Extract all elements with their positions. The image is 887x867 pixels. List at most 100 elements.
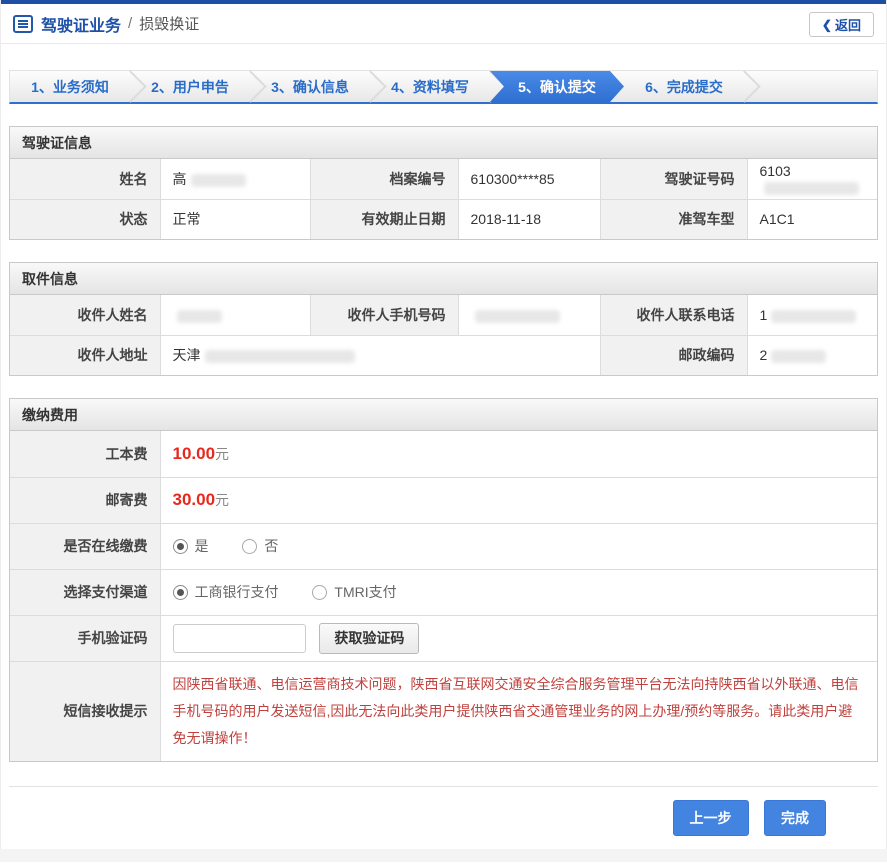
pickup-info-section: 取件信息 收件人姓名 收件人手机号码 收件人联系电话 1 收件人地址 天津 邮政… (9, 262, 878, 376)
name-value: 高 (159, 158, 311, 200)
step-wizard: 1、业务须知 2、用户申告 3、确认信息 4、资料填写 5、确认提交 6、完成提… (9, 70, 878, 104)
list-form-icon (13, 14, 33, 33)
redacted-value (204, 350, 355, 364)
table-row: 收件人地址 天津 邮政编码 2 (9, 334, 878, 376)
sms-notice-label: 短信接收提示 (9, 660, 161, 761)
step-bar-filler (744, 71, 877, 102)
step-4-label: 4、资料填写 (391, 78, 469, 95)
page-container: 驾驶证业务 / 损毁换证 ❮ 返回 1、业务须知 2、用户申告 3、确认信息 4… (0, 0, 887, 849)
page-bottom-white (0, 861, 887, 867)
table-row: 手机验证码 获取验证码 (9, 614, 878, 662)
recipient-mobile-label: 收件人手机号码 (309, 294, 459, 336)
online-no-label[interactable]: 否 (264, 538, 278, 554)
redacted-value (771, 309, 857, 323)
notice-part1: 因陕西省联通、电信运营商技术问题，陕西省互联网交通安全综合服务管理平台 (172, 675, 663, 692)
recipient-address-label: 收件人地址 (9, 334, 161, 376)
step-5-confirm-submit-current[interactable]: 5、确认提交 (490, 71, 624, 102)
back-button[interactable]: ❮ 返回 (808, 12, 874, 37)
license-info-section: 驾驶证信息 姓名 高 档案编号 610300****85 驾驶证号码 6103 … (9, 126, 878, 240)
table-row: 状态 正常 有效期止日期 2018-11-18 准驾车型 A1C1 (9, 198, 878, 240)
file-number-value: 610300****85 (457, 158, 601, 200)
redacted-value (190, 173, 246, 187)
postal-code-value: 2 (746, 334, 878, 376)
back-arrow-icon: ❮ (821, 17, 832, 32)
recipient-name-value (159, 294, 311, 336)
redacted-value (763, 181, 859, 195)
license-number-label: 驾驶证号码 (599, 158, 748, 200)
step-3-confirm-info[interactable]: 3、确认信息 (250, 70, 387, 103)
sms-code-label: 手机验证码 (9, 614, 161, 662)
step-1-business-notice[interactable]: 1、业务须知 (10, 70, 147, 103)
step-5-label: 5、确认提交 (518, 78, 596, 95)
production-fee-label: 工本费 (9, 430, 161, 478)
table-row: 邮寄费 30.00元 (9, 476, 878, 524)
step-2-label: 2、用户申告 (151, 78, 229, 95)
radio-online-no[interactable] (242, 539, 258, 554)
file-number-label: 档案编号 (309, 158, 459, 200)
recipient-mobile-value (457, 294, 601, 336)
breadcrumb-current: 损毁换证 (139, 16, 200, 33)
postage-fee-value: 30.00元 (159, 476, 878, 524)
redacted-value (771, 350, 827, 364)
expiry-date-value: 2018-11-18 (457, 198, 601, 240)
payment-table: 工本费 10.00元 邮寄费 30.00元 是否在线缴费 是 否 选择支付渠道 … (9, 430, 878, 761)
table-row: 工本费 10.00元 (9, 430, 878, 478)
vehicle-class-label: 准驾车型 (599, 198, 748, 240)
payment-channel-options: 工商银行支付 TMRI支付 (159, 568, 878, 616)
payment-section-title: 缴纳费用 (10, 399, 877, 431)
production-fee-value: 10.00元 (159, 430, 878, 478)
online-yes-label[interactable]: 是 (195, 538, 209, 554)
status-value: 正常 (159, 198, 311, 240)
payment-channel-label: 选择支付渠道 (9, 568, 161, 616)
table-row: 选择支付渠道 工商银行支付 TMRI支付 (9, 568, 878, 616)
table-row: 收件人姓名 收件人手机号码 收件人联系电话 1 (9, 294, 878, 336)
table-row: 是否在线缴费 是 否 (9, 522, 878, 570)
fee-unit: 元 (215, 492, 230, 508)
back-button-label: 返回 (834, 18, 861, 33)
step-1-label: 1、业务须知 (31, 78, 109, 95)
step-2-user-declaration[interactable]: 2、用户申告 (130, 70, 267, 103)
license-section-title: 驾驶证信息 (10, 127, 877, 159)
name-label: 姓名 (9, 158, 161, 200)
step-3-label: 3、确认信息 (271, 78, 349, 95)
pickup-info-table: 收件人姓名 收件人手机号码 收件人联系电话 1 收件人地址 天津 邮政编码 2 (9, 294, 878, 376)
channel-tmri-label[interactable]: TMRI支付 (334, 584, 396, 600)
payment-section: 缴纳费用 工本费 10.00元 邮寄费 30.00元 是否在线缴费 是 否 选择… (9, 398, 878, 762)
finish-button[interactable]: 完成 (764, 799, 826, 836)
step-6-label: 6、完成提交 (645, 78, 723, 95)
vehicle-class-value: A1C1 (746, 198, 878, 240)
recipient-phone-label: 收件人联系电话 (599, 294, 748, 336)
license-info-table: 姓名 高 档案编号 610300****85 驾驶证号码 6103 状态 正常 … (9, 158, 878, 240)
radio-channel-tmri[interactable] (312, 585, 328, 600)
recipient-phone-value: 1 (746, 294, 878, 336)
recipient-name-label: 收件人姓名 (9, 294, 161, 336)
sms-code-cell: 获取验证码 (159, 614, 878, 662)
table-row: 姓名 高 档案编号 610300****85 驾驶证号码 6103 (9, 158, 878, 200)
get-code-button[interactable]: 获取验证码 (319, 622, 420, 654)
postage-fee-amount: 30.00 (172, 490, 216, 509)
redacted-value (474, 309, 560, 323)
footer-action-bar: 上一步 完成 (9, 785, 878, 849)
production-fee-amount: 10.00 (172, 443, 216, 463)
recipient-address-value: 天津 (159, 334, 601, 376)
sms-notice-text: 因陕西省联通、电信运营商技术问题，陕西省互联网交通安全综合服务管理平台无法向持陕… (159, 660, 878, 761)
fee-unit: 元 (215, 445, 230, 462)
channel-icbc-label[interactable]: 工商银行支付 (195, 584, 279, 600)
previous-step-button[interactable]: 上一步 (672, 799, 749, 836)
online-payment-label: 是否在线缴费 (9, 522, 161, 570)
step-4-fill-material[interactable]: 4、资料填写 (370, 70, 507, 103)
page-title: 驾驶证业务 (41, 17, 122, 35)
sms-code-input[interactable] (172, 623, 306, 653)
radio-channel-icbc[interactable] (172, 585, 188, 600)
radio-online-yes[interactable] (172, 539, 188, 554)
breadcrumb-separator: / (128, 15, 133, 32)
postal-code-label: 邮政编码 (599, 334, 748, 376)
step-6-finish-submit[interactable]: 6、完成提交 (624, 70, 761, 103)
pickup-section-title: 取件信息 (10, 263, 877, 295)
page-bottom-strip (0, 848, 887, 862)
postage-fee-label: 邮寄费 (9, 476, 161, 524)
page-header: 驾驶证业务 / 损毁换证 ❮ 返回 (1, 4, 886, 44)
table-row: 短信接收提示 因陕西省联通、电信运营商技术问题，陕西省互联网交通安全综合服务管理… (9, 660, 878, 761)
expiry-date-label: 有效期止日期 (309, 198, 459, 240)
online-payment-options: 是 否 (159, 522, 878, 570)
